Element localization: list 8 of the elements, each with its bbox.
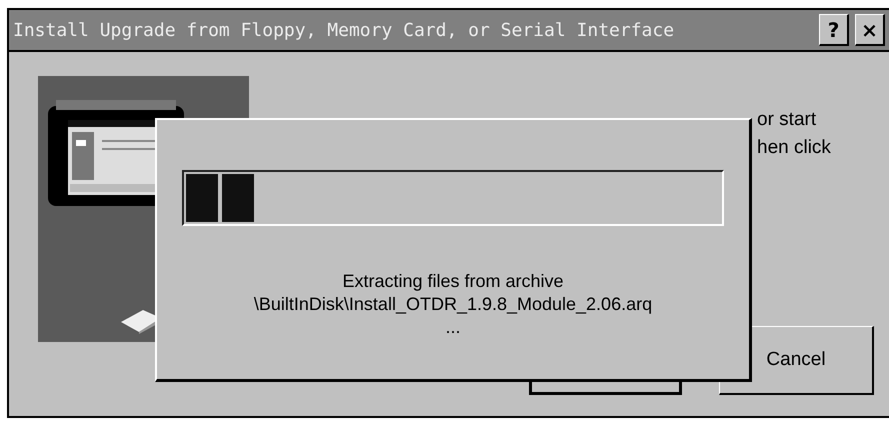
close-button[interactable]: ×: [855, 14, 885, 46]
status-text: \BuiltInDisk\Install_OTDR_1.9.8_Module_2.06.arq: [254, 293, 652, 316]
instruction-text: or start: [757, 108, 816, 132]
status-text: Extracting files from archive: [342, 270, 564, 293]
status-text: ...: [445, 316, 460, 339]
help-button[interactable]: ?: [819, 14, 849, 46]
instruction-text: hen click: [757, 136, 831, 160]
window-title: Install Upgrade from Floppy, Memory Card, or Serial Interface: [13, 20, 676, 40]
